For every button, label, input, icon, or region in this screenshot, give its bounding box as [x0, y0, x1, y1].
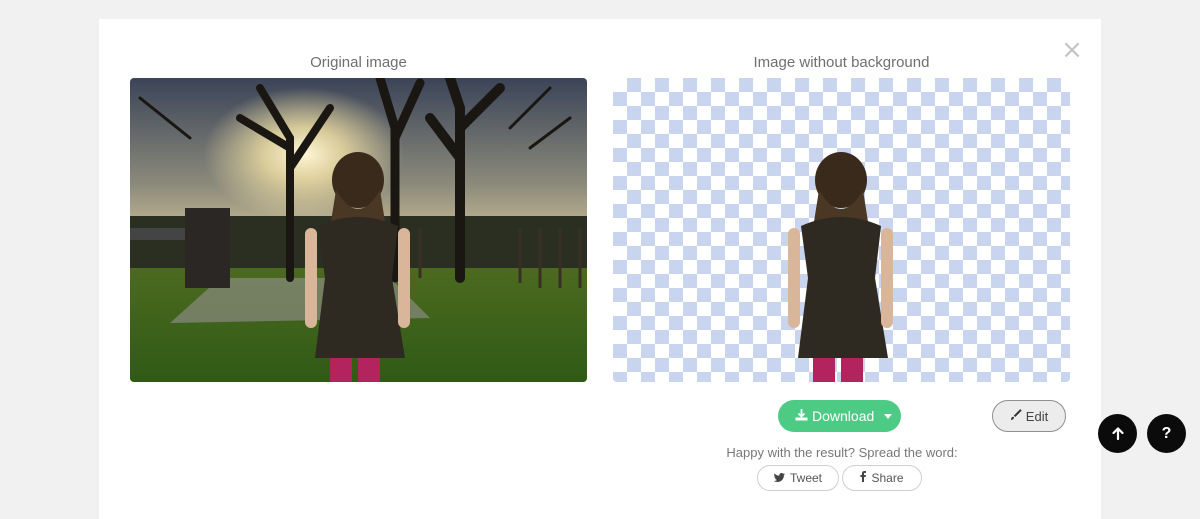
twitter-icon — [773, 471, 785, 485]
result-image-title: Image without background — [753, 54, 930, 71]
share-prompt: Happy with the result? Spread the word: — [726, 445, 958, 460]
share-label: Share — [871, 471, 904, 485]
facebook-icon — [860, 471, 867, 485]
brush-icon — [1010, 408, 1022, 424]
edit-button[interactable]: Edit — [992, 400, 1066, 432]
scroll-to-top-button[interactable] — [1098, 414, 1137, 453]
download-split-button: Download — [778, 400, 901, 432]
download-label: Download — [812, 408, 875, 424]
edit-label: Edit — [1025, 408, 1049, 424]
help-button[interactable]: ? — [1147, 414, 1186, 453]
caret-down-icon — [884, 413, 892, 419]
download-icon — [795, 408, 808, 424]
original-image — [130, 78, 587, 382]
result-image — [613, 78, 1070, 382]
original-image-title: Original image — [310, 54, 407, 71]
tweet-label: Tweet — [789, 471, 822, 485]
download-options-toggle[interactable] — [881, 400, 895, 432]
arrow-up-icon — [1111, 427, 1124, 440]
facebook-share-button[interactable]: Share — [842, 465, 922, 491]
tweet-button[interactable]: Tweet — [757, 465, 839, 491]
result-dialog: × Original image Image without backgroun… — [99, 19, 1101, 519]
download-button[interactable]: Download — [778, 400, 874, 432]
